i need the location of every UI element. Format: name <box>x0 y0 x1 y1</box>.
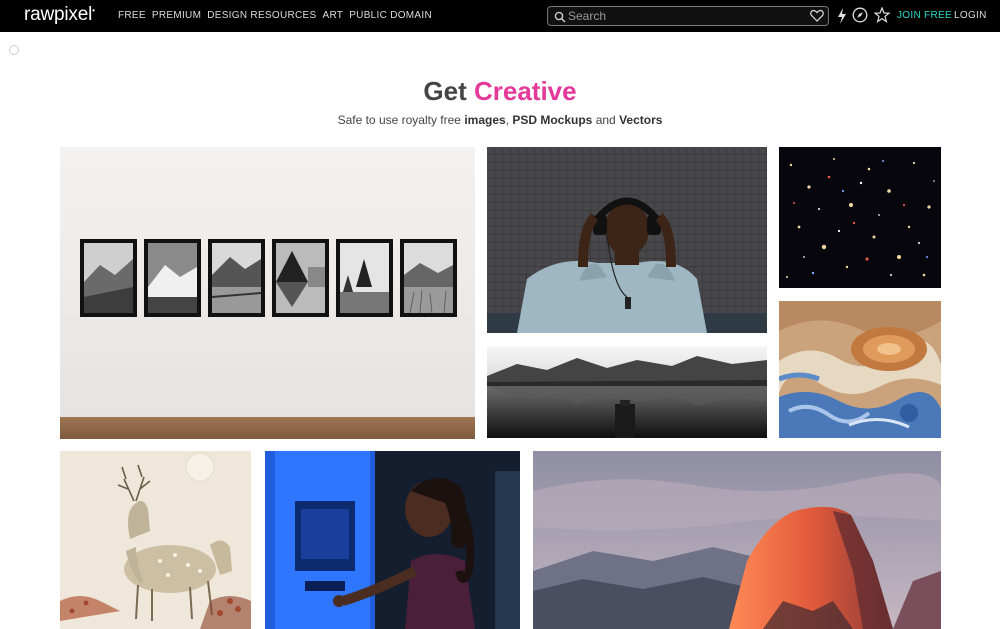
nav-item-art[interactable]: ART <box>322 10 343 21</box>
subtitle-vectors[interactable]: Vectors <box>619 113 662 127</box>
gallery-tile-lake-reflection[interactable] <box>487 346 767 438</box>
radio-indicator[interactable] <box>9 45 19 55</box>
framed-landscapes-image <box>60 147 475 439</box>
nav-item-public-domain[interactable]: PUBLIC DOMAIN <box>349 10 432 21</box>
deep-space-image <box>779 147 941 288</box>
half-dome-image <box>533 451 941 629</box>
nav-item-premium[interactable]: PREMIUM <box>152 10 201 21</box>
heart-icon[interactable] <box>810 9 824 27</box>
lake-reflection-image <box>487 346 767 438</box>
nav-item-free[interactable]: FREE <box>118 10 146 21</box>
rawpixel-logo[interactable]: rawpixel• <box>24 4 95 26</box>
logo-mark: • <box>92 6 95 15</box>
jupiter-clouds-image <box>779 301 941 438</box>
nav-item-design-resources[interactable]: DESIGN RESOURCES <box>207 10 316 21</box>
hero-title: Get Creative <box>0 76 1000 107</box>
hero-title-prefix: Get <box>423 76 474 106</box>
top-navigation-bar: rawpixel• FREE PREMIUM DESIGN RESOURCES … <box>0 0 1000 32</box>
subtitle-images[interactable]: images <box>464 113 505 127</box>
logo-text: rawpixel <box>24 4 93 25</box>
subtitle-prefix: Safe to use royalty free <box>337 113 465 127</box>
vintage-deer-image <box>60 451 251 629</box>
woman-atm-image <box>265 451 520 629</box>
search-icon[interactable] <box>554 10 566 28</box>
hero-subtitle: Safe to use royalty free images, PSD Moc… <box>0 113 1000 127</box>
gallery-tile-woman-atm[interactable] <box>265 451 520 629</box>
gallery-tile-framed-landscapes[interactable] <box>60 147 475 439</box>
search-bar <box>547 6 829 26</box>
gallery-tile-jupiter[interactable] <box>779 301 941 438</box>
gallery-tile-half-dome[interactable] <box>533 451 941 629</box>
subtitle-psd-mockups[interactable]: PSD Mockups <box>512 113 592 127</box>
main-nav: FREE PREMIUM DESIGN RESOURCES ART PUBLIC… <box>118 10 432 21</box>
gallery-tile-deep-space[interactable] <box>779 147 941 288</box>
man-with-headphones-image <box>487 147 767 333</box>
search-input[interactable] <box>568 8 798 24</box>
compass-icon[interactable] <box>852 7 868 28</box>
subtitle-and: and <box>592 113 620 127</box>
star-icon[interactable] <box>873 6 891 28</box>
gallery-tile-vintage-deer[interactable] <box>60 451 251 629</box>
join-free-link[interactable]: JOIN FREE <box>897 10 952 21</box>
hero-title-accent: Creative <box>473 76 577 106</box>
gallery-tile-man-headphones[interactable] <box>487 147 767 333</box>
login-link[interactable]: LOGIN <box>954 10 987 21</box>
lightning-icon[interactable] <box>836 7 848 30</box>
